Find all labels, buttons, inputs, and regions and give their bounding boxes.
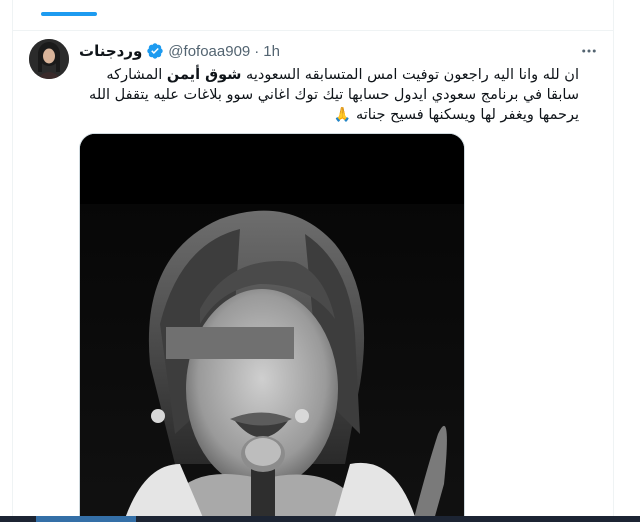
- avatar[interactable]: [29, 39, 69, 79]
- avatar-image: [29, 39, 69, 79]
- verified-badge-icon: [146, 42, 164, 60]
- folded-hands-emoji: 🙏: [333, 107, 352, 123]
- media-photo: [80, 134, 464, 522]
- display-name[interactable]: وردجنات: [79, 42, 142, 60]
- tweet[interactable]: وردجنات @fofoaa909 · 1h ان لله وانا اليه…: [13, 31, 613, 522]
- tweet-text-before: ان لله وانا اليه راجعون توفيت امس المتسا…: [241, 67, 579, 83]
- tweet-header: وردجنات @fofoaa909 · 1h: [79, 41, 280, 61]
- timeline-tab-strip: [13, 0, 613, 31]
- more-options-icon[interactable]: [577, 39, 601, 63]
- timestamp[interactable]: 1h: [263, 43, 280, 60]
- header-separator: ·: [254, 42, 260, 60]
- timeline-column: وردجنات @fofoaa909 · 1h ان لله وانا اليه…: [12, 0, 614, 522]
- os-taskbar: [0, 516, 640, 522]
- active-tab-indicator: [41, 12, 97, 16]
- tweet-text-highlight: شوق أيمن: [166, 67, 242, 83]
- handle[interactable]: @fofoaa909: [168, 43, 250, 60]
- tweet-media-image[interactable]: [79, 133, 465, 522]
- taskbar-active-app[interactable]: [36, 516, 136, 522]
- tweet-text: ان لله وانا اليه راجعون توفيت امس المتسا…: [79, 65, 579, 125]
